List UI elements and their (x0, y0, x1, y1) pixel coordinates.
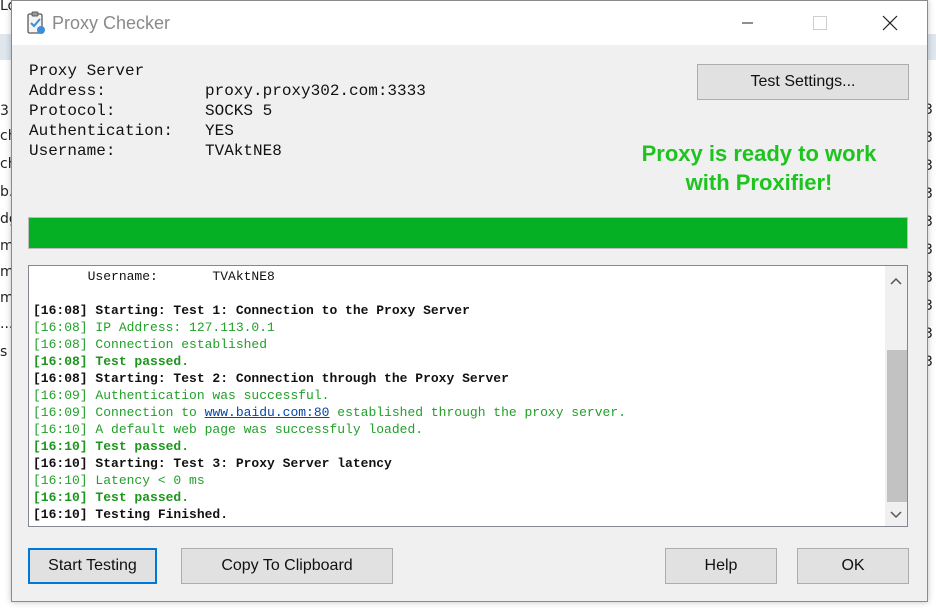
close-icon (882, 15, 898, 31)
start-testing-button[interactable]: Start Testing (28, 548, 157, 584)
address-value: proxy.proxy302.com:3333 (205, 82, 426, 100)
window-title: Proxy Checker (52, 13, 171, 33)
log-line: [16:09] Authentication was successful. (33, 388, 330, 403)
title-bar[interactable]: Proxy Checker (12, 1, 927, 45)
proxy-checker-dialog: Proxy Checker Proxy Server Address: proxy… (11, 0, 928, 602)
authentication-value: YES (205, 122, 234, 140)
progress-fill (29, 218, 907, 248)
chevron-up-icon (890, 277, 902, 285)
protocol-value: SOCKS 5 (205, 102, 273, 120)
log-line: [16:08] Test passed. (33, 354, 190, 369)
username-row: Username: TVAktNE8 (29, 141, 426, 161)
log-line: [16:09] Connection to www.baidu.com:80 e… (33, 404, 883, 421)
ok-button[interactable]: OK (797, 548, 909, 584)
authentication-label: Authentication: (29, 122, 174, 140)
status-message: Proxy is ready to work with Proxifier! (592, 139, 926, 197)
test-settings-button[interactable]: Test Settings... (697, 64, 909, 100)
log-line: [16:10] Testing Finished. (33, 507, 229, 522)
protocol-label: Protocol: (29, 102, 116, 120)
log-line: Username: TVAktNE8 (33, 269, 275, 284)
scroll-down-button[interactable] (885, 504, 907, 526)
maximize-button (797, 1, 843, 45)
authentication-row: Authentication: YES (29, 121, 426, 141)
help-button[interactable]: Help (665, 548, 777, 584)
log-output[interactable]: Username: TVAktNE8 [16:08] Starting: Test… (28, 265, 908, 527)
log-scrollbar[interactable] (885, 266, 907, 526)
log-line: [16:08] Starting: Test 1: Connection to … (33, 303, 470, 318)
log-line: [16:10] Test passed. (33, 439, 190, 454)
username-label: Username: (29, 142, 116, 160)
log-line: [16:10] Test passed. (33, 490, 190, 505)
log-text: [16:09] Connection to (33, 405, 205, 420)
proxy-heading: Proxy Server (29, 62, 145, 80)
address-row: Address: proxy.proxy302.com:3333 (29, 81, 426, 101)
proxy-info: Proxy Server Address: proxy.proxy302.com:… (29, 61, 426, 161)
chevron-down-icon (890, 511, 902, 519)
log-line: [16:10] Starting: Test 3: Proxy Server l… (33, 456, 392, 471)
address-label: Address: (29, 82, 106, 100)
minimize-icon (742, 22, 753, 24)
log-line: [16:08] Connection established (33, 337, 268, 352)
log-line: [16:08] Starting: Test 2: Connection thr… (33, 371, 509, 386)
log-line: [16:10] A default web page was successfu… (33, 422, 424, 437)
background-text: s (0, 344, 8, 360)
scroll-thumb[interactable] (887, 350, 907, 502)
status-line-1: Proxy is ready to work (641, 141, 877, 166)
close-button[interactable] (867, 1, 913, 45)
log-line: [16:08] IP Address: 127.113.0.1 (33, 320, 275, 335)
progress-bar (28, 217, 908, 249)
username-value: TVAktNE8 (205, 142, 282, 160)
scroll-up-button[interactable] (885, 270, 907, 292)
minimize-button[interactable] (725, 1, 771, 45)
status-line-2: with Proxifier! (685, 170, 833, 195)
log-text: established through the proxy server. (329, 405, 626, 420)
protocol-row: Protocol: SOCKS 5 (29, 101, 426, 121)
copy-to-clipboard-button[interactable]: Copy To Clipboard (181, 548, 393, 584)
clipboard-check-icon (27, 11, 45, 34)
background-text: 3 (0, 103, 9, 119)
log-link[interactable]: www.baidu.com:80 (205, 405, 330, 420)
log-line: [16:10] Latency < 0 ms (33, 473, 205, 488)
log-lines: Username: TVAktNE8 [16:08] Starting: Test… (33, 268, 883, 523)
maximize-icon (813, 16, 827, 30)
